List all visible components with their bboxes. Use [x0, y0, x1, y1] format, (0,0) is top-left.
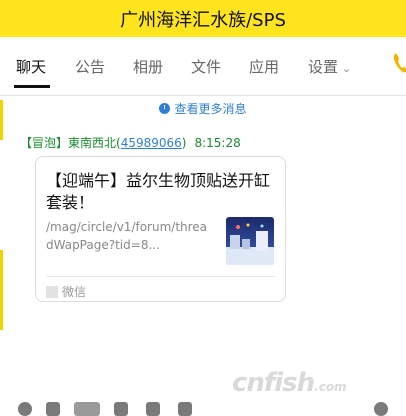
tab-bar: 聊天 公告 相册 文件 应用 设置 ⌄: [0, 37, 406, 96]
active-tab-indicator: [14, 85, 50, 88]
tab-chat[interactable]: 聊天: [16, 56, 46, 77]
folder-icon[interactable]: [114, 402, 128, 416]
view-more-messages-link[interactable]: 查看更多消息: [0, 100, 406, 117]
tab-settings-label: 设置: [308, 58, 339, 76]
title-bar: 广州海洋汇水族/SPS: [0, 0, 406, 37]
left-edge-strip: [0, 250, 3, 330]
gift-icon[interactable]: [178, 402, 192, 416]
card-thumbnail: [226, 217, 274, 265]
tab-apps[interactable]: 应用: [249, 56, 279, 77]
tab-announcements[interactable]: 公告: [75, 56, 105, 77]
site-watermark: cnfish.com: [232, 368, 347, 398]
qq-paren-close: ): [181, 136, 187, 150]
card-footer: 微信: [46, 276, 275, 300]
screenshot-icon[interactable]: [74, 402, 100, 416]
card-title: 【迎端午】益尔生物顶贴送开缸套装！: [46, 171, 271, 212]
card-source: 微信: [62, 285, 87, 299]
image-icon[interactable]: [146, 402, 160, 416]
watermark-suffix: .com: [314, 380, 347, 394]
sender-qq-link[interactable]: 45989066: [121, 136, 182, 150]
wechat-icon: [46, 286, 58, 298]
card-description: /mag/circle/v1/forum/threadWapPage?tid=8…: [46, 220, 208, 252]
sender-badge: 【冒泡】: [20, 136, 69, 150]
chevron-down-icon: ⌄: [342, 62, 352, 75]
tab-album[interactable]: 相册: [133, 56, 163, 77]
tab-settings[interactable]: 设置 ⌄: [308, 56, 351, 77]
input-toolbar: [0, 398, 406, 408]
tab-files[interactable]: 文件: [191, 56, 221, 77]
watermark-text: cnfish: [232, 368, 315, 398]
clock-icon: [159, 103, 171, 114]
message-header: 【冒泡】東南西北(45989066) 8:15:28: [20, 134, 241, 151]
emoji-icon[interactable]: [18, 402, 32, 416]
message-time: 8:15:28: [194, 136, 241, 150]
gif-icon[interactable]: [46, 402, 60, 416]
shared-link-card[interactable]: 【迎端午】益尔生物顶贴送开缸套装！ /mag/circle/v1/forum/t…: [35, 156, 286, 302]
sender-name[interactable]: 東南西北: [68, 136, 116, 150]
view-more-messages-label: 查看更多消息: [174, 102, 247, 116]
window-title: 广州海洋汇水族/SPS: [120, 9, 286, 31]
history-icon[interactable]: [374, 402, 388, 416]
phone-icon[interactable]: [392, 51, 406, 75]
